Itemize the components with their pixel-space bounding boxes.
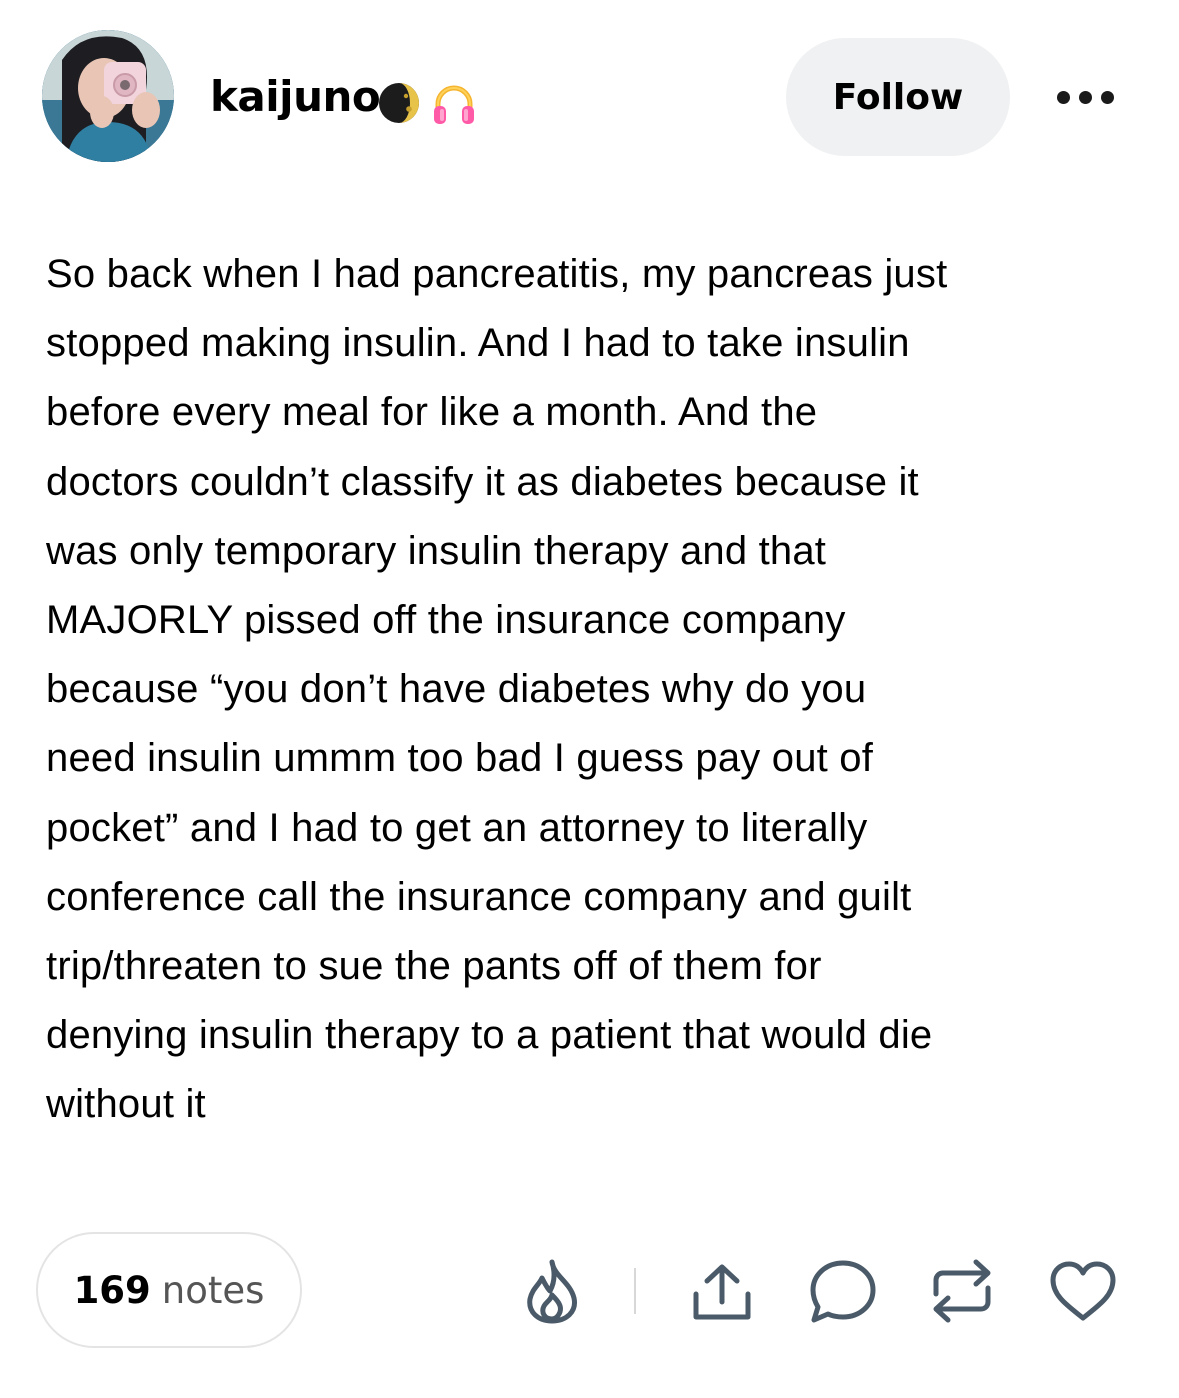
post-body-line: denying insulin therapy to a patient tha… — [46, 1013, 933, 1058]
moon-icon — [379, 83, 419, 123]
headphones-icon — [434, 85, 474, 124]
avatar[interactable] — [42, 30, 174, 162]
post-body-line: because “you don’t have diabetes why do … — [46, 667, 867, 712]
post-body-line: need insulin ummm too bad I guess pay ou… — [46, 736, 874, 781]
follow-button[interactable]: Follow — [786, 38, 1010, 156]
username[interactable]: kaijuno — [210, 70, 381, 124]
share-icon[interactable] — [690, 1262, 754, 1322]
reply-icon[interactable] — [808, 1258, 878, 1326]
post-body-line: stopped making insulin. And I had to tak… — [46, 321, 910, 366]
more-icon[interactable] — [1040, 72, 1130, 122]
like-icon[interactable] — [1048, 1260, 1118, 1324]
post-body-line: So back when I had pancreatitis, my panc… — [46, 252, 948, 296]
post-body-line: pocket” and I had to get an attorney to … — [46, 805, 868, 850]
divider — [634, 1268, 636, 1314]
dot — [1078, 90, 1092, 104]
notes-count: 169 — [73, 1268, 151, 1312]
post-body-line: MAJORLY pissed off the insurance company — [46, 598, 846, 643]
post-body-line: was only temporary insulin therapy and t… — [46, 528, 827, 573]
dot — [1056, 90, 1070, 104]
post-body: So back when I had pancreatitis, my panc… — [46, 240, 1151, 1140]
reblog-icon[interactable] — [928, 1256, 996, 1326]
dot — [1100, 90, 1114, 104]
post-body-line: conference call the insurance company an… — [46, 874, 912, 919]
flame-icon[interactable] — [522, 1258, 582, 1324]
post-body-line: trip/threaten to sue the pants off of th… — [46, 944, 822, 989]
post-body-line: without it — [46, 1082, 206, 1127]
post-body-line: doctors couldn’t classify it as diabetes… — [46, 459, 919, 504]
notes-button[interactable]: 169 notes — [36, 1232, 302, 1348]
post-body-line: before every meal for like a month. And … — [46, 390, 818, 435]
avatar-photo — [42, 30, 174, 162]
notes-label: notes — [161, 1268, 265, 1312]
